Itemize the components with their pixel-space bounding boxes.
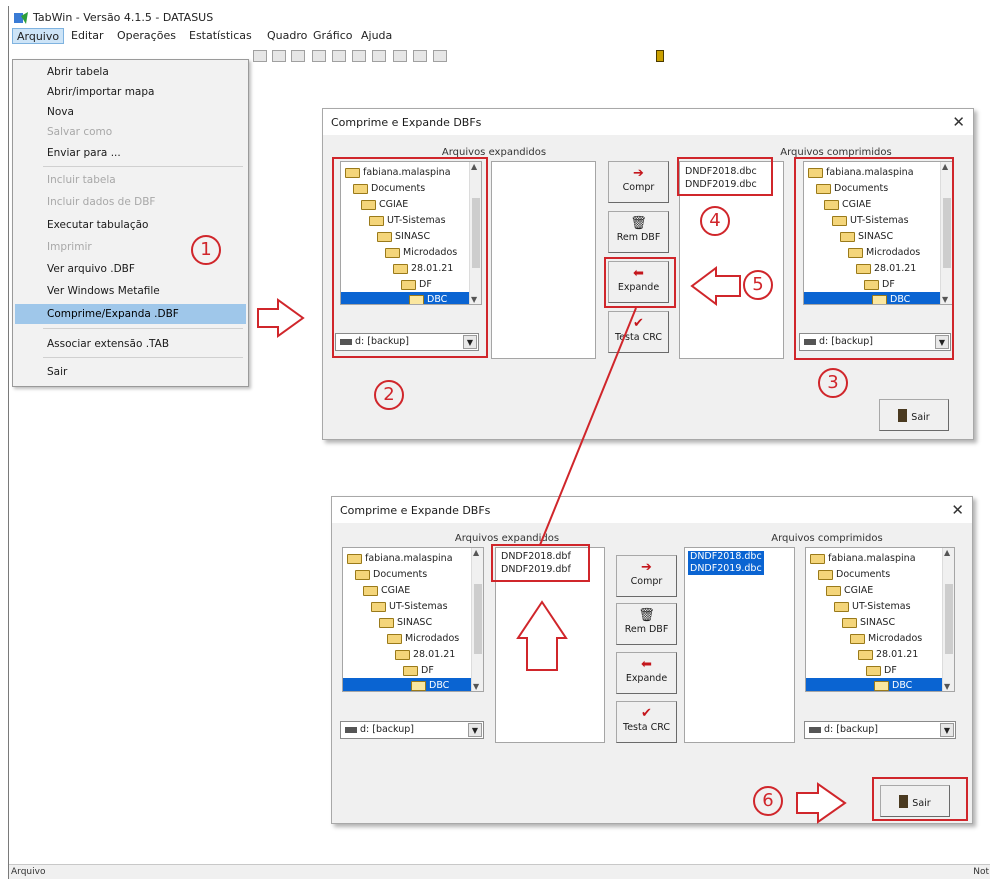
arrow-right-icon [796,782,847,824]
arrow-up-icon [516,600,568,671]
annotation-arrows [257,266,847,824]
connector-line [539,307,637,546]
arrow-right-icon [257,298,305,338]
arrow-left-icon [690,266,741,306]
